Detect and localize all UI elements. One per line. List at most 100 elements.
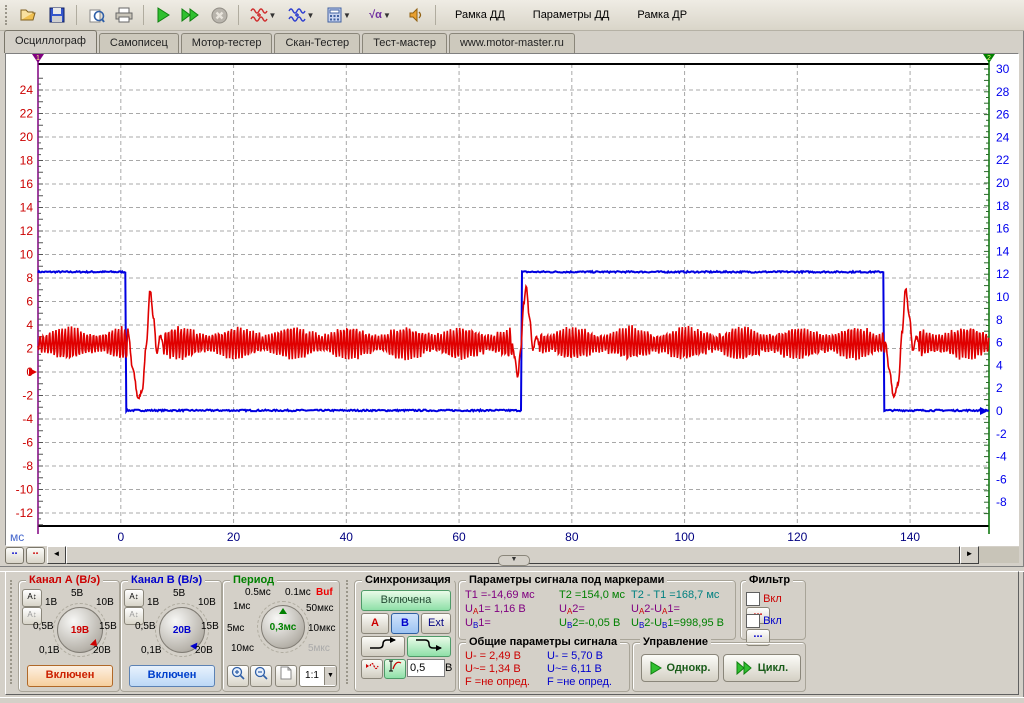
svg-text:20: 20 [20,130,34,144]
knob-scale-label: 15В [201,621,219,632]
start-button[interactable] [150,2,176,28]
svg-text:8: 8 [26,271,33,285]
zoom-ratio-dropdown[interactable]: 1:1 ▼ [299,665,337,687]
svg-text:24: 24 [20,83,34,97]
open-file-button[interactable] [16,2,42,28]
svg-text:2: 2 [26,342,33,356]
tab-скан-тестер[interactable]: Скан-Тестер [274,33,360,53]
toolbar-gripper[interactable] [5,5,10,25]
calculator-button[interactable]: ▼ [321,2,357,28]
start-cycle-button[interactable] [178,2,204,28]
scroll-right-button[interactable]: ► [960,546,979,564]
svg-text:60: 60 [452,530,466,544]
svg-text:-12: -12 [16,506,34,520]
param-line: U~= 1,34 В [465,663,530,676]
sync-mode-auto-button[interactable] [361,659,383,679]
zoom-in-icon [231,666,245,680]
filter-a-checkbox[interactable] [746,592,760,606]
param-line: U- = 5,70 В [547,650,612,663]
menu-ramka-dd[interactable]: Рамка ДД [441,5,519,25]
svg-text:0: 0 [117,530,124,544]
menu-ramka-dr[interactable]: Рамка ДР [623,5,701,25]
sync-enabled-button[interactable]: Включена [361,590,451,611]
knob-scale-label: 10В [198,597,216,608]
channel-a-settings-button[interactable]: ▼ [245,2,281,28]
channel-a-group: Канал А (В/э) A↕ A↕ 19В 5В 10В 15В 20В 1… [18,580,120,692]
math-button[interactable]: √α ▼ [359,2,401,28]
svg-text:26: 26 [996,108,1010,122]
svg-text:-10: -10 [16,483,34,497]
auto-trigger-icon [365,660,380,672]
tab-тест-мастер[interactable]: Тест-мастер [362,33,447,53]
knob-scale-label: 0,5В [33,621,54,632]
oscilloscope-plot[interactable]: 242220181614121086420-2-4-6-8-10-1230282… [6,54,1018,545]
sync-rising-edge-button[interactable] [361,636,405,657]
print-button[interactable] [111,2,137,28]
panel-gripper[interactable] [10,580,16,684]
svg-text:40: 40 [340,530,354,544]
tab-самописец[interactable]: Самописец [99,33,179,53]
channel-b-enabled-button[interactable]: Включен [129,665,215,687]
param-line: U- = 2,49 В [465,650,530,663]
sync-group: Синхронизация Включена А В Ext В [354,580,456,692]
svg-text:18: 18 [20,154,34,168]
level-trigger-icon [388,660,403,672]
save-icon [49,7,65,23]
open-folder-icon [20,7,38,23]
knob-scale-label: 10мс [231,643,254,654]
period-value: 0,3мс [270,622,297,633]
period-knob-pointer-icon [279,608,287,614]
svg-text:мс: мс [10,530,24,544]
knob-scale-label: 10мкс [308,623,336,634]
tab-мотор-тестер[interactable]: Мотор-тестер [181,33,273,53]
marker-param-cell: T1 =-14,69 мс [465,589,559,603]
filter-b-checkbox[interactable] [746,614,760,628]
scroll-left-button[interactable]: ◄ [47,546,66,564]
marker1-jump-button[interactable]: .. [5,547,24,564]
single-run-button[interactable]: Однокр. [641,654,719,682]
channel-a-coupling-button[interactable]: A↕ [22,589,42,607]
new-buffer-button[interactable] [275,665,297,687]
marker2-jump-button[interactable]: .. [26,547,45,564]
sync-level-input[interactable] [407,659,445,677]
menu-parametry-dd[interactable]: Параметры ДД [519,5,624,25]
sound-button[interactable] [403,2,429,28]
param-line: F =не опред. [465,676,530,689]
svg-text:-2: -2 [996,427,1007,441]
dropdown-arrow-icon: ▼ [383,11,391,20]
channel-b-range-value: 20В [173,625,191,636]
buf-label: Buf [316,587,333,598]
param-line: F =не опред. [547,676,612,689]
cycle-run-button[interactable]: Цикл. [723,654,801,682]
fast-forward-icon [736,661,753,675]
zoom-ratio-value: 1:1 [300,669,324,683]
panel-gripper[interactable] [346,580,352,684]
sync-mode-level-button[interactable] [384,659,406,679]
filter-b-label: Вкл [763,615,782,627]
sqrt-alpha-icon: √α [369,9,382,21]
window-bottom-edge [0,697,1024,703]
channel-a-enabled-button[interactable]: Включен [27,665,113,687]
preview-button[interactable] [83,2,109,28]
sync-source-a-button[interactable]: А [361,613,389,634]
channel-b-coupling-button[interactable]: A↕ [124,589,144,607]
sync-falling-edge-button[interactable] [407,636,451,657]
save-button[interactable] [44,2,70,28]
period-knob[interactable]: 0,3мс [261,605,305,649]
marker-params-group: Параметры сигнала под маркерами T1 =-14,… [458,580,736,640]
tab-website[interactable]: www.motor-master.ru [449,33,575,53]
zoom-out-button[interactable] [250,665,272,687]
stop-button[interactable] [206,2,232,28]
sync-source-ext-button[interactable]: Ext [421,613,451,634]
marker-param-cell: UB2=-0,05 В [559,617,631,631]
zoom-in-button[interactable] [227,665,249,687]
calculator-icon [327,7,342,23]
svg-text:28: 28 [996,85,1010,99]
channel-b-settings-button[interactable]: ▼ [283,2,319,28]
sync-source-b-button[interactable]: В [391,613,419,634]
tab-осциллограф[interactable]: Осциллограф [4,30,97,53]
svg-text:12: 12 [996,267,1010,281]
single-run-label: Однокр. [667,662,711,674]
channel-a-title: Канал А (В/э) [26,574,103,586]
panel-splitter-handle[interactable]: ▼ [498,555,530,566]
